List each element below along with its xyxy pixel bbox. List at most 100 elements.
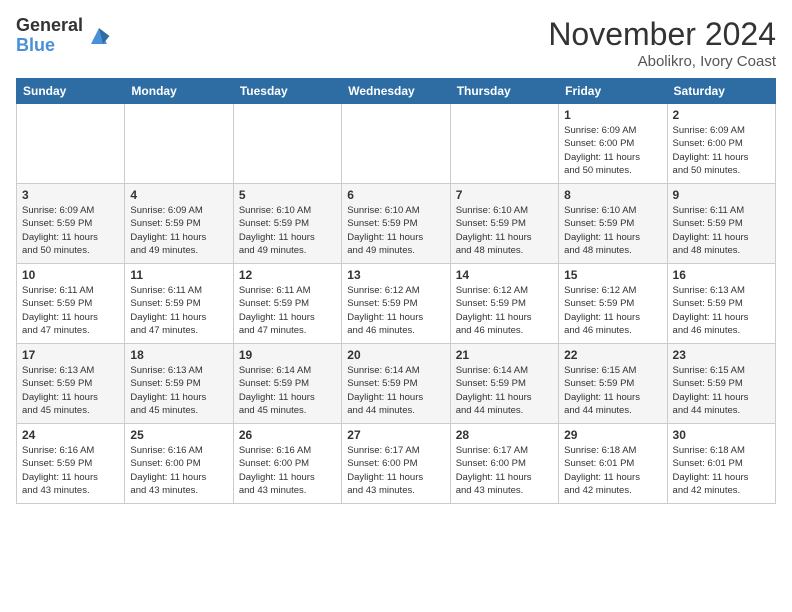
day-number: 6: [347, 188, 444, 202]
day-number: 24: [22, 428, 119, 442]
table-row: 14 Sunrise: 6:12 AM Sunset: 5:59 PM Dayli…: [450, 264, 558, 344]
day-number: 30: [673, 428, 770, 442]
calendar-week-row: 1 Sunrise: 6:09 AM Sunset: 6:00 PM Daylig…: [17, 104, 776, 184]
day-details: Sunrise: 6:10 AM Sunset: 5:59 PM Dayligh…: [564, 204, 661, 257]
day-number: 12: [239, 268, 336, 282]
header-friday: Friday: [559, 79, 667, 104]
table-row: 12Sunrise: 6:11 AM Sunset: 5:59 PM Dayli…: [233, 264, 341, 344]
table-row: 27 Sunrise: 6:17 AM Sunset: 6:00 PM Dayli…: [342, 424, 450, 504]
table-row: 2Sunrise: 6:09 AM Sunset: 6:00 PM Daylig…: [667, 104, 775, 184]
table-row: 15Sunrise: 6:12 AM Sunset: 5:59 PM Dayli…: [559, 264, 667, 344]
day-number: 23: [673, 348, 770, 362]
logo-icon: [87, 24, 111, 48]
day-details: Sunrise: 6:18 AM Sunset: 6:01 PM Dayligh…: [673, 444, 770, 497]
day-number: 18: [130, 348, 227, 362]
header-tuesday: Tuesday: [233, 79, 341, 104]
table-row: 1 Sunrise: 6:09 AM Sunset: 6:00 PM Daylig…: [559, 104, 667, 184]
month-title: November 2024: [548, 16, 776, 53]
table-row: [17, 104, 125, 184]
day-number: 20: [347, 348, 444, 362]
day-details: Sunrise: 6:10 AM Sunset: 5:59 PM Dayligh…: [239, 204, 336, 257]
day-details: Sunrise: 6:10 AM Sunset: 5:59 PM Dayligh…: [456, 204, 553, 257]
day-number: 19: [239, 348, 336, 362]
calendar-week-row: 10Sunrise: 6:11 AM Sunset: 5:59 PM Dayli…: [17, 264, 776, 344]
table-row: 17 Sunrise: 6:13 AM Sunset: 5:59 PM Dayli…: [17, 344, 125, 424]
table-row: 21 Sunrise: 6:14 AM Sunset: 5:59 PM Dayli…: [450, 344, 558, 424]
table-row: 9 Sunrise: 6:11 AM Sunset: 5:59 PM Daylig…: [667, 184, 775, 264]
day-number: 5: [239, 188, 336, 202]
day-number: 17: [22, 348, 119, 362]
table-row: [450, 104, 558, 184]
table-row: 28 Sunrise: 6:17 AM Sunset: 6:00 PM Dayli…: [450, 424, 558, 504]
logo-line2: Blue: [16, 36, 83, 56]
day-details: Sunrise: 6:12 AM Sunset: 5:59 PM Dayligh…: [347, 284, 444, 337]
table-row: 8 Sunrise: 6:10 AM Sunset: 5:59 PM Daylig…: [559, 184, 667, 264]
table-row: 26 Sunrise: 6:16 AM Sunset: 6:00 PM Dayli…: [233, 424, 341, 504]
table-row: 19 Sunrise: 6:14 AM Sunset: 5:59 PM Dayli…: [233, 344, 341, 424]
logo-line1: General: [16, 16, 83, 36]
day-details: Sunrise: 6:15 AM Sunset: 5:59 PM Dayligh…: [564, 364, 661, 417]
day-number: 21: [456, 348, 553, 362]
day-number: 25: [130, 428, 227, 442]
calendar-header-row: Sunday Monday Tuesday Wednesday Thursday…: [17, 79, 776, 104]
day-details: Sunrise: 6:11 AM Sunset: 5:59 PM Dayligh…: [673, 204, 770, 257]
table-row: 29 Sunrise: 6:18 AM Sunset: 6:01 PM Dayli…: [559, 424, 667, 504]
table-row: 3 Sunrise: 6:09 AM Sunset: 5:59 PM Daylig…: [17, 184, 125, 264]
day-details: Sunrise: 6:13 AM Sunset: 5:59 PM Dayligh…: [22, 364, 119, 417]
day-details: Sunrise: 6:09 AM Sunset: 6:00 PM Dayligh…: [564, 124, 661, 177]
day-details: Sunrise: 6:09 AM Sunset: 6:00 PM Dayligh…: [673, 124, 770, 177]
day-details: Sunrise: 6:09 AM Sunset: 5:59 PM Dayligh…: [130, 204, 227, 257]
day-details: Sunrise: 6:14 AM Sunset: 5:59 PM Dayligh…: [239, 364, 336, 417]
day-number: 14: [456, 268, 553, 282]
table-row: 23Sunrise: 6:15 AM Sunset: 5:59 PM Dayli…: [667, 344, 775, 424]
day-details: Sunrise: 6:18 AM Sunset: 6:01 PM Dayligh…: [564, 444, 661, 497]
day-number: 9: [673, 188, 770, 202]
location: Abolikro, Ivory Coast: [548, 53, 776, 70]
day-details: Sunrise: 6:12 AM Sunset: 5:59 PM Dayligh…: [564, 284, 661, 337]
table-row: 18 Sunrise: 6:13 AM Sunset: 5:59 PM Dayli…: [125, 344, 233, 424]
day-number: 16: [673, 268, 770, 282]
table-row: 6 Sunrise: 6:10 AM Sunset: 5:59 PM Daylig…: [342, 184, 450, 264]
header-monday: Monday: [125, 79, 233, 104]
calendar-week-row: 24 Sunrise: 6:16 AM Sunset: 5:59 PM Dayli…: [17, 424, 776, 504]
calendar-week-row: 3 Sunrise: 6:09 AM Sunset: 5:59 PM Daylig…: [17, 184, 776, 264]
day-number: 8: [564, 188, 661, 202]
day-number: 28: [456, 428, 553, 442]
day-details: Sunrise: 6:10 AM Sunset: 5:59 PM Dayligh…: [347, 204, 444, 257]
day-number: 1: [564, 108, 661, 122]
day-number: 26: [239, 428, 336, 442]
day-details: Sunrise: 6:14 AM Sunset: 5:59 PM Dayligh…: [456, 364, 553, 417]
table-row: 13 Sunrise: 6:12 AM Sunset: 5:59 PM Dayli…: [342, 264, 450, 344]
day-number: 27: [347, 428, 444, 442]
day-details: Sunrise: 6:16 AM Sunset: 6:00 PM Dayligh…: [239, 444, 336, 497]
day-number: 29: [564, 428, 661, 442]
table-row: [125, 104, 233, 184]
day-details: Sunrise: 6:17 AM Sunset: 6:00 PM Dayligh…: [347, 444, 444, 497]
title-block: November 2024 Abolikro, Ivory Coast: [548, 16, 776, 70]
table-row: 30 Sunrise: 6:18 AM Sunset: 6:01 PM Dayli…: [667, 424, 775, 504]
table-row: 22 Sunrise: 6:15 AM Sunset: 5:59 PM Dayli…: [559, 344, 667, 424]
table-row: 25 Sunrise: 6:16 AM Sunset: 6:00 PM Dayli…: [125, 424, 233, 504]
table-row: 11Sunrise: 6:11 AM Sunset: 5:59 PM Dayli…: [125, 264, 233, 344]
table-row: 4 Sunrise: 6:09 AM Sunset: 5:59 PM Daylig…: [125, 184, 233, 264]
header-sunday: Sunday: [17, 79, 125, 104]
day-details: Sunrise: 6:16 AM Sunset: 6:00 PM Dayligh…: [130, 444, 227, 497]
day-number: 11: [130, 268, 227, 282]
table-row: 20Sunrise: 6:14 AM Sunset: 5:59 PM Dayli…: [342, 344, 450, 424]
day-details: Sunrise: 6:13 AM Sunset: 5:59 PM Dayligh…: [130, 364, 227, 417]
logo-text: General Blue: [16, 16, 83, 56]
table-row: 7Sunrise: 6:10 AM Sunset: 5:59 PM Daylig…: [450, 184, 558, 264]
table-row: 5 Sunrise: 6:10 AM Sunset: 5:59 PM Daylig…: [233, 184, 341, 264]
day-number: 4: [130, 188, 227, 202]
calendar: Sunday Monday Tuesday Wednesday Thursday…: [16, 78, 776, 504]
day-number: 3: [22, 188, 119, 202]
day-details: Sunrise: 6:16 AM Sunset: 5:59 PM Dayligh…: [22, 444, 119, 497]
day-details: Sunrise: 6:09 AM Sunset: 5:59 PM Dayligh…: [22, 204, 119, 257]
logo: General Blue: [16, 16, 111, 56]
header-saturday: Saturday: [667, 79, 775, 104]
day-details: Sunrise: 6:12 AM Sunset: 5:59 PM Dayligh…: [456, 284, 553, 337]
page-header: General Blue November 2024 Abolikro, Ivo…: [16, 16, 776, 70]
day-number: 22: [564, 348, 661, 362]
day-number: 13: [347, 268, 444, 282]
day-details: Sunrise: 6:17 AM Sunset: 6:00 PM Dayligh…: [456, 444, 553, 497]
